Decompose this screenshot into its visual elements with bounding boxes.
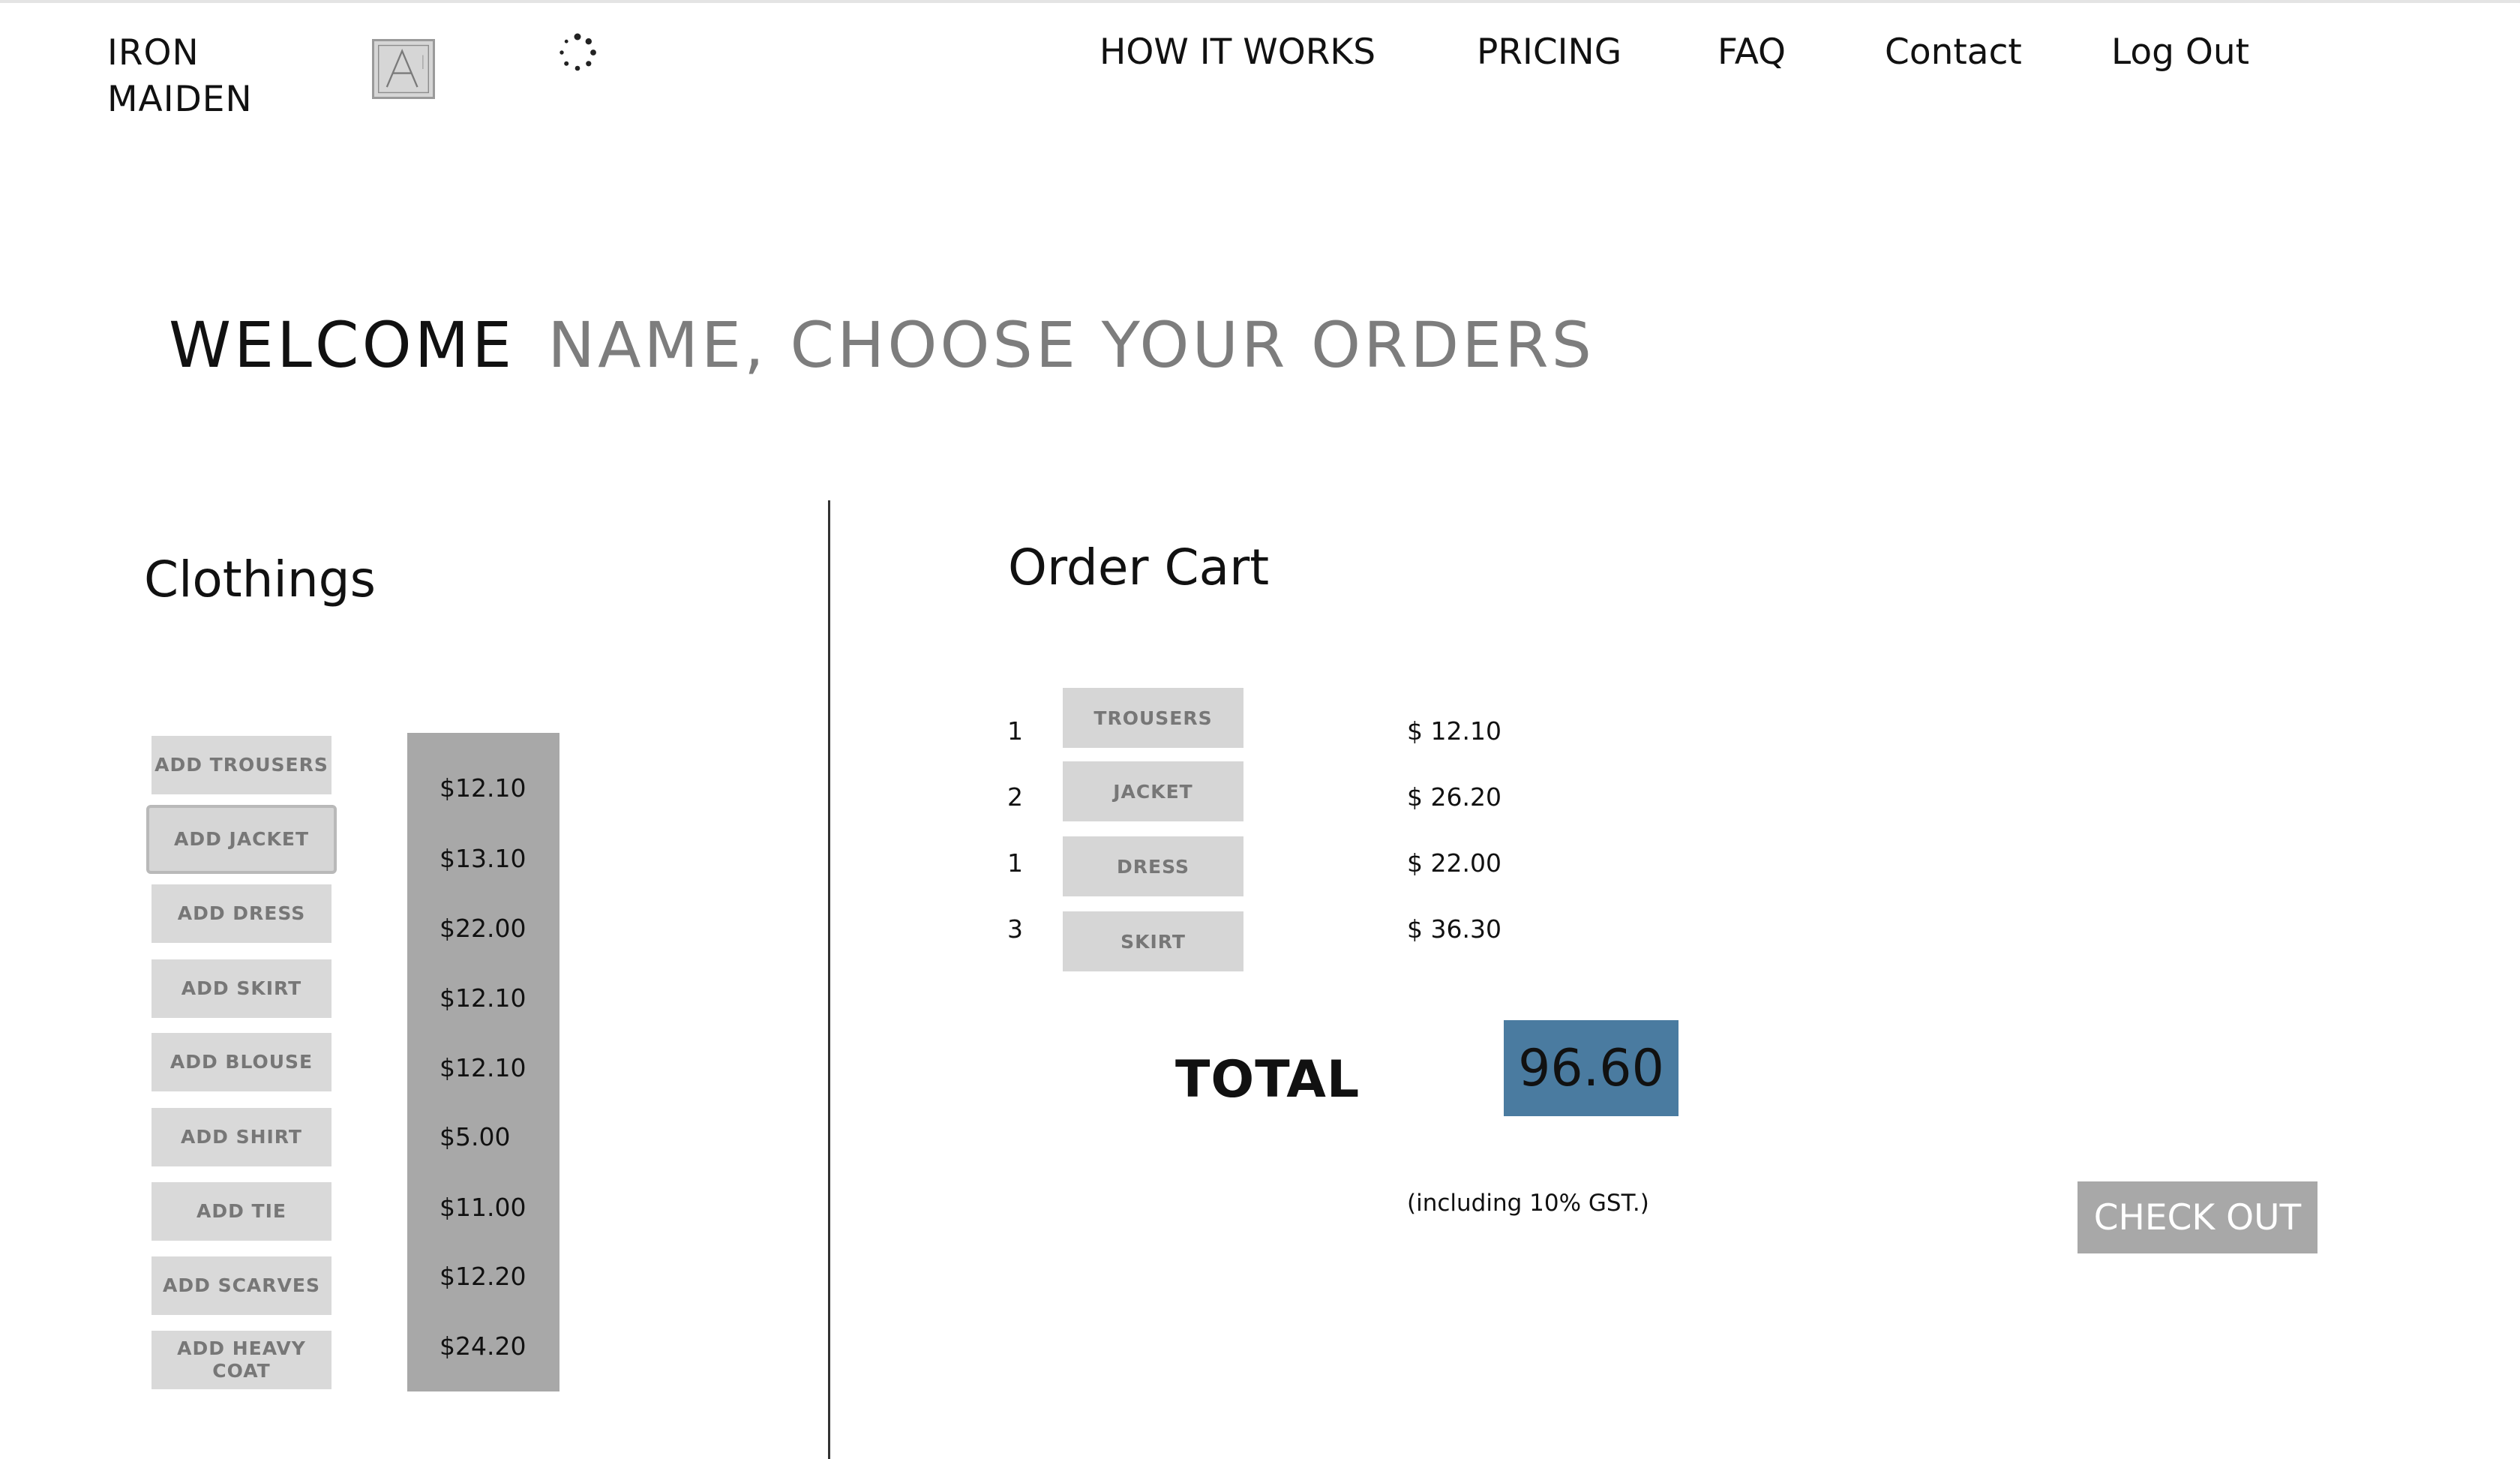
- price-trousers: $12.10: [440, 773, 526, 803]
- price-shirt: $5.00: [440, 1122, 511, 1151]
- section-divider: [828, 500, 830, 1459]
- price-blouse: $12.10: [440, 1053, 526, 1082]
- nav-how-it-works[interactable]: HOW IT WORKS: [1100, 30, 1376, 75]
- brand-line-1: IRON: [107, 32, 200, 74]
- cart-qty: 2: [1007, 782, 1023, 812]
- clothings-title: Clothings: [144, 551, 376, 608]
- price-jacket: $13.10: [440, 844, 526, 873]
- cart-item-skirt[interactable]: SKIRT: [1063, 911, 1244, 971]
- cart-qty: 3: [1007, 914, 1023, 944]
- add-blouse-button[interactable]: ADD BLOUSE: [152, 1033, 332, 1091]
- welcome-prompt: NAME, CHOOSE YOUR ORDERS: [548, 308, 1594, 382]
- loading-spinner-icon: [560, 33, 596, 71]
- add-tie-button[interactable]: ADD TIE: [152, 1182, 332, 1241]
- cart-qty: 1: [1007, 716, 1023, 746]
- add-trousers-button[interactable]: ADD TROUSERS: [152, 736, 332, 794]
- nav-faq[interactable]: FAQ: [1718, 30, 1786, 75]
- cart-qty: 1: [1007, 848, 1023, 878]
- brand-name[interactable]: IRON MAIDEN: [107, 30, 253, 123]
- add-jacket-button[interactable]: ADD JACKET: [146, 805, 337, 874]
- logo-a-icon[interactable]: [372, 39, 435, 99]
- add-dress-button[interactable]: ADD DRESS: [152, 884, 332, 943]
- price-heavy-coat: $24.20: [440, 1331, 526, 1361]
- total-label: TOTAL: [1175, 1050, 1360, 1109]
- price-dress: $22.00: [440, 914, 526, 943]
- checkout-button[interactable]: CHECK OUT: [2078, 1181, 2318, 1253]
- price-scarves: $12.20: [440, 1262, 526, 1291]
- cart-price: $ 22.00: [1407, 848, 1502, 878]
- cart-item-dress[interactable]: DRESS: [1063, 836, 1244, 896]
- price-tie: $11.00: [440, 1193, 526, 1222]
- total-value: 96.60: [1504, 1020, 1678, 1116]
- gst-note: (including 10% GST.): [1407, 1190, 1649, 1217]
- cart-item-trousers[interactable]: TROUSERS: [1063, 688, 1244, 748]
- welcome-heading: WELCOME NAME, CHOOSE YOUR ORDERS: [169, 304, 1594, 386]
- add-shirt-button[interactable]: ADD SHIRT: [152, 1108, 332, 1166]
- nav-pricing[interactable]: PRICING: [1477, 30, 1622, 75]
- cart-price: $ 26.20: [1407, 782, 1502, 812]
- add-heavy-coat-button[interactable]: ADD HEAVY COAT: [152, 1331, 332, 1389]
- top-border: [0, 0, 2520, 3]
- order-cart-title: Order Cart: [1008, 539, 1270, 596]
- cart-price: $ 36.30: [1407, 914, 1502, 944]
- price-skirt: $12.10: [440, 983, 526, 1013]
- add-scarves-button[interactable]: ADD SCARVES: [152, 1256, 332, 1315]
- nav-contact[interactable]: Contact: [1885, 30, 2022, 75]
- nav-log-out[interactable]: Log Out: [2111, 30, 2249, 75]
- logo-glyph: [378, 44, 429, 94]
- cart-item-jacket[interactable]: JACKET: [1063, 761, 1244, 821]
- welcome-greeting: WELCOME: [169, 308, 515, 382]
- cart-price: $ 12.10: [1407, 716, 1502, 746]
- add-skirt-button[interactable]: ADD SKIRT: [152, 959, 332, 1018]
- brand-line-2: MAIDEN: [107, 79, 253, 120]
